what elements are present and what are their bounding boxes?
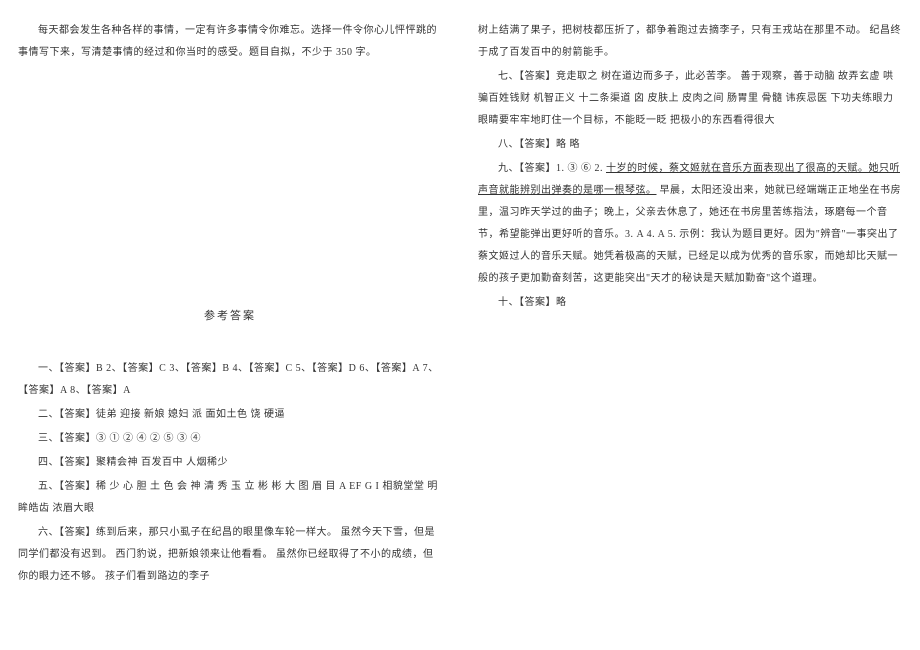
answer-6: 六、【答案】练到后来，那只小虱子在纪昌的眼里像车轮一样大。 虽然今天下雪，但是同…: [18, 522, 442, 588]
answer-10: 十、【答案】略: [478, 292, 902, 314]
section-title: 参考答案: [18, 304, 442, 328]
answer-9-pre: 九、【答案】1. ③ ⑥ 2.: [498, 163, 606, 174]
left-column: 每天都会发生各种各样的事情，一定有许多事情令你难忘。选择一件令你心儿怦怦跳的事情…: [0, 0, 460, 650]
answer-1: 一、【答案】B 2、【答案】C 3、【答案】B 4、【答案】C 5、【答案】D …: [18, 358, 442, 402]
answer-5: 五、【答案】稀 少 心 胆 土 色 会 神 清 秀 玉 立 彬 彬 大 图 眉 …: [18, 476, 442, 520]
answer-3: 三、【答案】③ ① ② ④ ② ⑤ ③ ④: [18, 428, 442, 450]
answer-9-post: 早晨，太阳还没出来，她就已经端端正正地坐在书房里，温习昨天学过的曲子；晚上，父亲…: [478, 185, 901, 284]
answer-6-cont: 树上结满了果子，把树枝都压折了，都争着跑过去摘李子，只有王戎站在那里不动。 纪昌…: [478, 20, 902, 64]
answer-8: 八、【答案】略 略: [478, 134, 902, 156]
answer-9: 九、【答案】1. ③ ⑥ 2. 十岁的时候，蔡文姬就在音乐方面表现出了很高的天赋…: [478, 158, 902, 290]
intro-paragraph: 每天都会发生各种各样的事情，一定有许多事情令你难忘。选择一件令你心儿怦怦跳的事情…: [18, 20, 442, 64]
answer-7: 七、【答案】竞走取之 树在道边而多子，此必苦李。 善于观察，善于动脑 故弄玄虚 …: [478, 66, 902, 132]
answer-2: 二、【答案】徒弟 迎接 新娘 媳妇 派 面如土色 饶 硬逼: [18, 404, 442, 426]
right-column: 树上结满了果子，把树枝都压折了，都争着跑过去摘李子，只有王戎站在那里不动。 纪昌…: [460, 0, 920, 650]
answer-4: 四、【答案】聚精会神 百发百中 人烟稀少: [18, 452, 442, 474]
